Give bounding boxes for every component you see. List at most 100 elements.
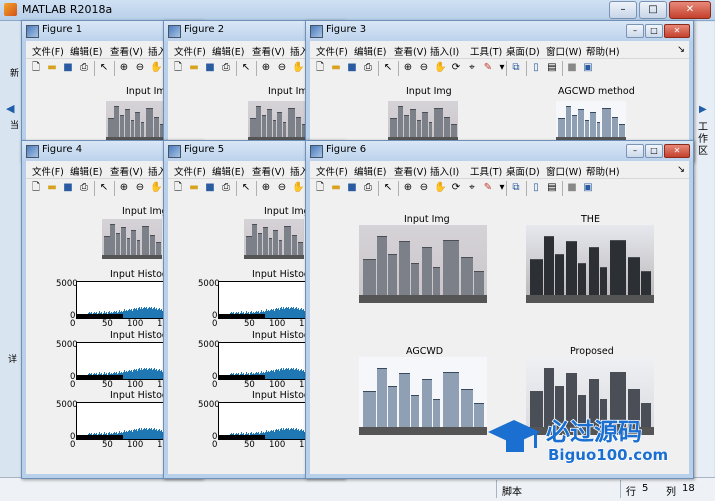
- menu-file[interactable]: 文件(F): [32, 44, 64, 58]
- dock-icon[interactable]: ▣: [582, 182, 594, 194]
- brush-icon[interactable]: ✎: [482, 182, 494, 194]
- dock-icon[interactable]: ▣: [582, 62, 594, 74]
- menu-view[interactable]: 查看(V): [252, 44, 285, 58]
- open-folder-icon[interactable]: ▬: [46, 62, 58, 74]
- menu-edit[interactable]: 编辑(E): [70, 164, 102, 178]
- menu-help[interactable]: 帮助(H): [586, 44, 620, 58]
- zoom-in-icon[interactable]: ⊕: [402, 182, 414, 194]
- zoom-in-icon[interactable]: ⊕: [260, 62, 272, 74]
- save-icon[interactable]: ■: [204, 62, 216, 74]
- zoom-out-icon[interactable]: ⊖: [134, 62, 146, 74]
- workspace-side-panel[interactable]: ▶ 工作区: [693, 22, 714, 477]
- menu-view[interactable]: 查看(V): [110, 44, 143, 58]
- legend-icon[interactable]: ▤: [546, 182, 558, 194]
- menu-file[interactable]: 文件(F): [32, 164, 64, 178]
- print-icon[interactable]: ⎙: [78, 182, 90, 194]
- maximize-button[interactable]: □: [639, 1, 667, 19]
- menu-desktop[interactable]: 桌面(D): [506, 44, 540, 58]
- figure-6-title-bar[interactable]: Figure 6 – □ ✕: [306, 141, 693, 161]
- rotate-icon[interactable]: ⟳: [450, 62, 462, 74]
- link-plot-icon[interactable]: ⧉: [510, 182, 522, 194]
- zoom-out-icon[interactable]: ⊖: [276, 182, 288, 194]
- minimize-button[interactable]: –: [626, 24, 644, 38]
- zoom-in-icon[interactable]: ⊕: [118, 62, 130, 74]
- new-file-icon[interactable]: 🗋: [30, 182, 42, 194]
- zoom-out-icon[interactable]: ⊖: [418, 62, 430, 74]
- menu-file[interactable]: 文件(F): [316, 164, 348, 178]
- new-file-icon[interactable]: 🗋: [30, 62, 42, 74]
- dock-arrow-icon[interactable]: ↘: [677, 164, 685, 175]
- menu-desktop[interactable]: 桌面(D): [506, 164, 540, 178]
- brush-icon[interactable]: ✎: [482, 62, 494, 74]
- menu-edit[interactable]: 编辑(E): [212, 164, 244, 178]
- open-folder-icon[interactable]: ▬: [188, 182, 200, 194]
- pointer-icon[interactable]: ↖: [240, 182, 252, 194]
- new-file-icon[interactable]: 🗋: [172, 62, 184, 74]
- menu-view[interactable]: 查看(V): [110, 164, 143, 178]
- pan-hand-icon[interactable]: ✋: [434, 182, 446, 194]
- print-icon[interactable]: ⎙: [220, 182, 232, 194]
- menu-edit[interactable]: 编辑(E): [354, 44, 386, 58]
- pan-hand-icon[interactable]: ✋: [434, 62, 446, 74]
- hide-tools-icon[interactable]: ■: [566, 182, 578, 194]
- open-folder-icon[interactable]: ▬: [330, 62, 342, 74]
- pan-hand-icon[interactable]: ✋: [292, 62, 304, 74]
- menu-edit[interactable]: 编辑(E): [70, 44, 102, 58]
- print-icon[interactable]: ⎙: [78, 62, 90, 74]
- pointer-icon[interactable]: ↖: [98, 182, 110, 194]
- maximize-button[interactable]: □: [645, 144, 663, 158]
- link-plot-icon[interactable]: ⧉: [510, 62, 522, 74]
- zoom-out-icon[interactable]: ⊖: [134, 182, 146, 194]
- save-icon[interactable]: ■: [346, 62, 358, 74]
- close-button[interactable]: ✕: [669, 1, 711, 19]
- colorbar-icon[interactable]: ▯: [530, 62, 542, 74]
- menu-tools[interactable]: 工具(T): [470, 164, 502, 178]
- save-icon[interactable]: ■: [346, 182, 358, 194]
- colorbar-icon[interactable]: ▯: [530, 182, 542, 194]
- zoom-in-icon[interactable]: ⊕: [402, 62, 414, 74]
- expand-arrow-icon[interactable]: ▶: [699, 104, 707, 115]
- pan-hand-icon[interactable]: ✋: [150, 182, 162, 194]
- menu-view[interactable]: 查看(V): [394, 44, 427, 58]
- menu-window[interactable]: 窗口(W): [546, 164, 582, 178]
- menu-view[interactable]: 查看(V): [252, 164, 285, 178]
- pointer-icon[interactable]: ↖: [382, 62, 394, 74]
- close-button[interactable]: ✕: [664, 24, 690, 38]
- pointer-icon[interactable]: ↖: [240, 62, 252, 74]
- zoom-in-icon[interactable]: ⊕: [118, 182, 130, 194]
- minimize-button[interactable]: –: [609, 1, 637, 19]
- menu-edit[interactable]: 编辑(E): [354, 164, 386, 178]
- open-folder-icon[interactable]: ▬: [330, 182, 342, 194]
- pointer-icon[interactable]: ↖: [382, 182, 394, 194]
- zoom-out-icon[interactable]: ⊖: [276, 62, 288, 74]
- menu-file[interactable]: 文件(F): [174, 164, 206, 178]
- save-icon[interactable]: ■: [204, 182, 216, 194]
- close-button[interactable]: ✕: [664, 144, 690, 158]
- pan-hand-icon[interactable]: ✋: [292, 182, 304, 194]
- data-cursor-icon[interactable]: ⌖: [466, 182, 478, 194]
- menu-window[interactable]: 窗口(W): [546, 44, 582, 58]
- new-file-icon[interactable]: 🗋: [172, 182, 184, 194]
- figure-3-title-bar[interactable]: Figure 3 – □ ✕: [306, 21, 693, 41]
- back-arrow-icon[interactable]: ◀: [6, 102, 18, 115]
- minimize-button[interactable]: –: [626, 144, 644, 158]
- rotate-icon[interactable]: ⟳: [450, 182, 462, 194]
- menu-file[interactable]: 文件(F): [174, 44, 206, 58]
- open-folder-icon[interactable]: ▬: [188, 62, 200, 74]
- print-icon[interactable]: ⎙: [362, 62, 374, 74]
- legend-icon[interactable]: ▤: [546, 62, 558, 74]
- menu-help[interactable]: 帮助(H): [586, 164, 620, 178]
- pointer-icon[interactable]: ↖: [98, 62, 110, 74]
- menu-insert[interactable]: 插入(I): [430, 164, 459, 178]
- menu-insert[interactable]: 插入(I): [430, 44, 459, 58]
- zoom-out-icon[interactable]: ⊖: [418, 182, 430, 194]
- print-icon[interactable]: ⎙: [220, 62, 232, 74]
- print-icon[interactable]: ⎙: [362, 182, 374, 194]
- menu-tools[interactable]: 工具(T): [470, 44, 502, 58]
- dock-arrow-icon[interactable]: ↘: [677, 44, 685, 55]
- open-folder-icon[interactable]: ▬: [46, 182, 58, 194]
- pan-hand-icon[interactable]: ✋: [150, 62, 162, 74]
- new-file-icon[interactable]: 🗋: [314, 182, 326, 194]
- data-cursor-icon[interactable]: ⌖: [466, 62, 478, 74]
- menu-file[interactable]: 文件(F): [316, 44, 348, 58]
